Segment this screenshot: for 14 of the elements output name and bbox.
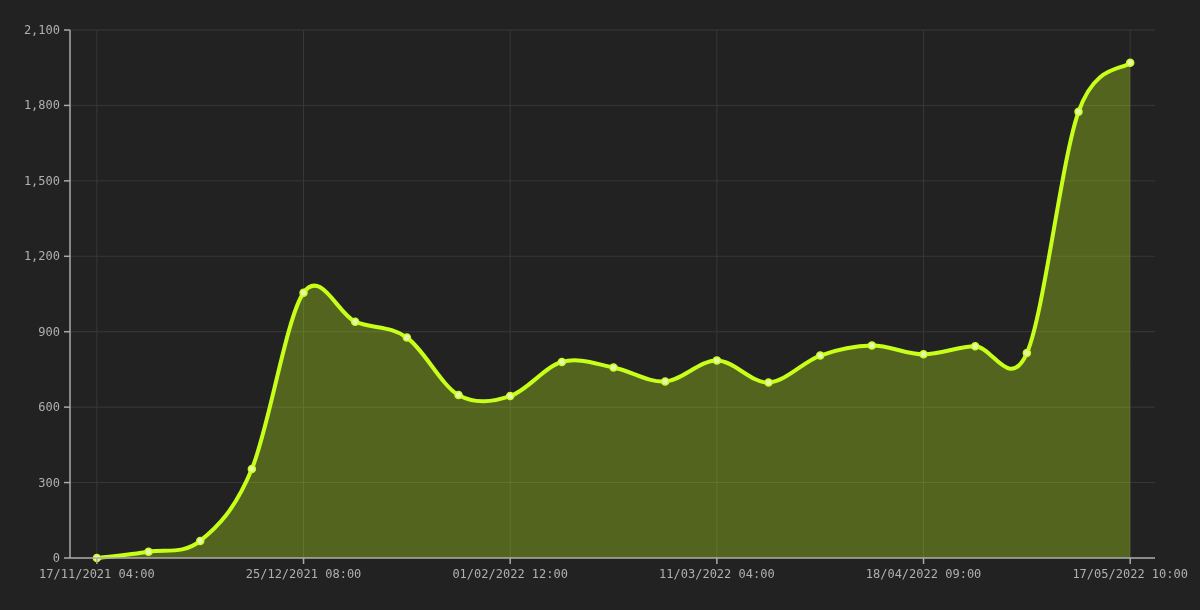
y-tick-label: 1,800 [23, 98, 60, 113]
y-tick-label: 900 [38, 324, 60, 339]
x-tick-label: 11/03/2022 04:00 [659, 567, 775, 581]
x-tick-label: 01/02/2022 12:00 [452, 567, 568, 581]
y-tick-label: 600 [38, 400, 60, 415]
x-tick-label: 25/12/2021 08:00 [245, 567, 362, 581]
y-tick-label: 2,100 [23, 23, 60, 37]
y-tick-label: 300 [38, 475, 60, 490]
y-tick-label: 1,200 [23, 249, 60, 264]
y-tick-label: 0 [52, 551, 60, 565]
y-tick-label: 1,500 [23, 173, 60, 188]
x-tick-label: 17/11/2021 04:00 [39, 567, 155, 581]
x-tick-label: 18/04/2022 09:00 [865, 567, 982, 581]
x-tick-label: 17/05/2022 10:00 [1072, 567, 1188, 581]
